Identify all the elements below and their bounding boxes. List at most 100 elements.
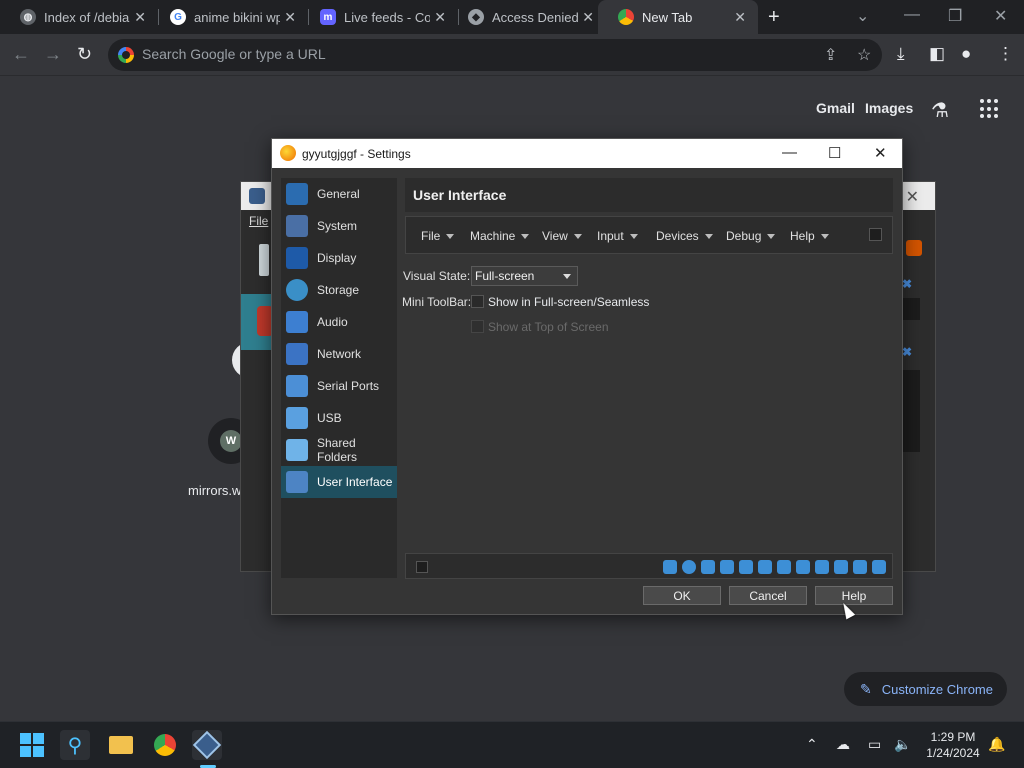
- windows-taskbar: ⚲ ⌃ ☁ ▭ 🔈 1:29 PM 1/24/2024 🔔: [0, 721, 1024, 768]
- menu-kebab-icon[interactable]: ⋮: [997, 44, 1014, 64]
- menubar-item-file[interactable]: File: [421, 229, 455, 243]
- system-clock[interactable]: 1:29 PM 1/24/2024: [920, 729, 986, 761]
- folder-icon: [286, 439, 308, 461]
- share-icon[interactable]: ⇪: [824, 45, 837, 65]
- download-icon[interactable]: ⤓: [897, 44, 905, 64]
- sidebar-item-label: Serial Ports: [317, 379, 380, 393]
- chrome-taskbar-button[interactable]: [150, 730, 180, 760]
- forward-icon[interactable]: →: [44, 44, 62, 65]
- sidebar-item-general[interactable]: General: [281, 178, 397, 210]
- network-indicator-icon[interactable]: [739, 560, 753, 574]
- menubar-item-debug[interactable]: Debug: [726, 229, 776, 243]
- system-chip-icon: [286, 215, 308, 237]
- maximize-icon[interactable]: ☐: [828, 144, 841, 162]
- tab-new-tab[interactable]: New Tab ✕: [598, 0, 758, 34]
- file-explorer-button[interactable]: [106, 730, 136, 760]
- shared-folder-indicator-icon[interactable]: [777, 560, 791, 574]
- cancel-button[interactable]: Cancel: [729, 586, 807, 605]
- vbox-snapshot-icon[interactable]: [906, 240, 922, 256]
- ok-button[interactable]: OK: [643, 586, 721, 605]
- close-window-icon[interactable]: ✕: [994, 6, 1007, 26]
- close-icon[interactable]: ✕: [906, 187, 919, 207]
- reload-icon[interactable]: ↻: [77, 44, 92, 65]
- sidebar-item-audio[interactable]: Audio: [281, 306, 397, 338]
- visual-state-select[interactable]: Full-screen: [471, 266, 578, 286]
- sidebar-item-network[interactable]: Network: [281, 338, 397, 370]
- user-interface-icon: [286, 471, 308, 493]
- sidebar-item-user-interface[interactable]: User Interface: [281, 466, 397, 498]
- start-button[interactable]: [17, 730, 47, 760]
- help-button[interactable]: Help: [815, 586, 893, 605]
- close-pane-icon[interactable]: ✖: [902, 277, 912, 291]
- virtualbox-taskbar-button[interactable]: [192, 730, 222, 760]
- menubar-enable-checkbox[interactable]: [869, 228, 882, 241]
- close-tab-icon[interactable]: ✕: [582, 9, 594, 26]
- close-tab-icon[interactable]: ✕: [734, 9, 746, 26]
- close-icon[interactable]: ✕: [874, 144, 887, 162]
- chevron-up-icon[interactable]: ⌃: [806, 736, 818, 753]
- onedrive-icon[interactable]: ☁: [836, 736, 850, 753]
- tab-access-denied[interactable]: ◆ Access Denied ✕: [448, 0, 606, 34]
- restore-icon[interactable]: ❐: [948, 6, 962, 26]
- sidebar-item-shared-folders[interactable]: Shared Folders: [281, 434, 397, 466]
- keyboard-indicator-icon[interactable]: [872, 560, 886, 574]
- tab-index-debian[interactable]: ◍ Index of /debian ✕: [0, 0, 158, 34]
- show-top-checkbox[interactable]: [471, 320, 484, 333]
- hard-disk-indicator-icon[interactable]: [663, 560, 677, 574]
- volume-muted-icon[interactable]: 🔈: [894, 736, 911, 753]
- sidebar-item-storage[interactable]: Storage: [281, 274, 397, 306]
- usb-indicator-icon[interactable]: [758, 560, 772, 574]
- display-indicator-icon[interactable]: [796, 560, 810, 574]
- menubar-item-view[interactable]: View: [542, 229, 582, 243]
- close-tab-icon[interactable]: ✕: [434, 9, 446, 26]
- close-pane-icon[interactable]: ✖: [902, 345, 912, 359]
- vbox-menu-file[interactable]: File: [249, 214, 268, 228]
- search-button[interactable]: ⚲: [60, 730, 90, 760]
- apps-grid-icon[interactable]: [980, 99, 1000, 119]
- show-fullscreen-checkbox[interactable]: [471, 295, 484, 308]
- notification-bell-icon[interactable]: 🔔: [988, 736, 1005, 753]
- recording-indicator-icon[interactable]: [815, 560, 829, 574]
- network-monitor-icon[interactable]: ▭: [868, 736, 881, 753]
- clock-date: 1/24/2024: [926, 746, 980, 760]
- tools-icon[interactable]: [259, 244, 269, 276]
- vbox-pane: [902, 298, 920, 320]
- minimize-icon[interactable]: —: [904, 6, 920, 24]
- close-tab-icon[interactable]: ✕: [284, 9, 296, 26]
- audio-indicator-icon[interactable]: [720, 560, 734, 574]
- browser-toolbar: ← → ↻ Search Google or type a URL ⇪ ☆ ⤓ …: [0, 34, 1024, 76]
- sidebar-item-display[interactable]: Display: [281, 242, 397, 274]
- search-icon: ⚲: [67, 734, 83, 757]
- customize-chrome-button[interactable]: ✎ Customize Chrome: [844, 672, 1007, 706]
- new-tab-icon[interactable]: +: [768, 6, 780, 29]
- close-tab-icon[interactable]: ✕: [134, 9, 146, 26]
- menubar-item-machine[interactable]: Machine: [470, 229, 530, 243]
- side-panel-icon[interactable]: ◧: [929, 44, 945, 64]
- sidebar-item-usb[interactable]: USB: [281, 402, 397, 434]
- omnibox[interactable]: Search Google or type a URL ⇪ ☆: [108, 39, 882, 71]
- labs-flask-icon[interactable]: ⚗: [931, 98, 949, 123]
- menubar-item-input[interactable]: Input: [597, 229, 638, 243]
- show-top-label: Show at Top of Screen: [488, 320, 609, 334]
- mouse-indicator-icon[interactable]: [853, 560, 867, 574]
- gmail-link[interactable]: Gmail: [816, 100, 855, 116]
- chrome-icon: [154, 734, 176, 756]
- tab-live-feeds[interactable]: m Live feeds - Con ✕: [300, 0, 458, 34]
- sidebar-item-serial-ports[interactable]: Serial Ports: [281, 370, 397, 402]
- vt-indicator-icon[interactable]: [834, 560, 848, 574]
- vm-settings-icon: [280, 145, 296, 161]
- optical-drive-indicator-icon[interactable]: [682, 560, 696, 574]
- images-link[interactable]: Images: [865, 100, 913, 116]
- minimize-icon[interactable]: —: [782, 144, 797, 161]
- menubar-item-devices[interactable]: Devices: [656, 229, 713, 243]
- display-monitor-icon: [286, 247, 308, 269]
- sidebar-item-system[interactable]: System: [281, 210, 397, 242]
- back-icon[interactable]: ←: [12, 44, 30, 65]
- tab-anime-bikini[interactable]: G anime bikini wp ✕: [150, 0, 308, 34]
- floppy-indicator-icon[interactable]: [701, 560, 715, 574]
- menubar-item-help[interactable]: Help: [790, 229, 829, 243]
- statusbar-enable-checkbox[interactable]: [416, 561, 428, 573]
- tab-search-icon[interactable]: ⌄: [856, 6, 869, 26]
- bookmark-star-icon[interactable]: ☆: [857, 45, 871, 65]
- profile-icon[interactable]: ●: [961, 44, 971, 64]
